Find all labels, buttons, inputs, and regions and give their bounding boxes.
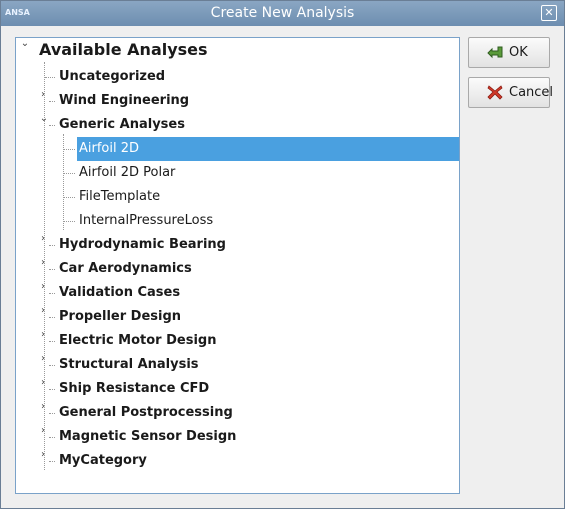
tree-item-structural-analysis[interactable]: Structural Analysis [59, 353, 199, 377]
ok-button[interactable]: OK [468, 37, 550, 68]
tree-connector-line [49, 461, 55, 462]
tree-item-hydrodynamic-bearing[interactable]: Hydrodynamic Bearing [59, 233, 226, 257]
tree-item-wind-engineering[interactable]: Wind Engineering [59, 89, 189, 113]
title-bar: ANSA Create New Analysis ✕ [1, 1, 564, 26]
chevron-right-icon[interactable]: › [38, 329, 48, 353]
chevron-right-icon[interactable]: › [38, 305, 48, 329]
tree-item-propeller-design[interactable]: Propeller Design [59, 305, 181, 329]
tree-item-uncategorized[interactable]: Uncategorized [59, 65, 165, 89]
tree-item-internalpressureloss[interactable]: InternalPressureLoss [79, 209, 213, 233]
tree-connector-line [49, 245, 55, 246]
ok-check-icon [487, 46, 503, 59]
tree-item-electric-motor-design[interactable]: Electric Motor Design [59, 329, 217, 353]
tree-item-validation-cases[interactable]: Validation Cases [59, 281, 180, 305]
tree-item-generic-analyses[interactable]: Generic Analyses [59, 113, 185, 137]
chevron-right-icon[interactable]: › [38, 401, 48, 425]
create-analysis-dialog: ANSA Create New Analysis ✕ ⌄ Available A… [0, 0, 565, 509]
chevron-right-icon[interactable]: › [38, 449, 48, 473]
window-title: Create New Analysis [210, 5, 355, 21]
tree-connector-line [64, 221, 75, 222]
tree-connector-line [49, 437, 55, 438]
chevron-right-icon[interactable]: › [38, 425, 48, 449]
tree-connector-line [49, 125, 55, 126]
chevron-down-icon[interactable]: ⌄ [39, 113, 49, 137]
chevron-right-icon[interactable]: › [38, 233, 48, 257]
ok-button-label: OK [509, 45, 528, 60]
tree-item-airfoil-2d[interactable]: Airfoil 2D [79, 137, 139, 161]
cancel-button[interactable]: Cancel [468, 77, 554, 108]
tree-item-magnetic-sensor-design[interactable]: Magnetic Sensor Design [59, 425, 236, 449]
tree-item-general-postprocessing[interactable]: General Postprocessing [59, 401, 233, 425]
cancel-button-label: Cancel [509, 85, 554, 100]
tree-item-filetemplate[interactable]: FileTemplate [79, 185, 160, 209]
tree-root-label[interactable]: Available Analyses [39, 38, 208, 62]
chevron-right-icon[interactable]: › [38, 377, 48, 401]
cancel-x-icon [487, 85, 503, 100]
tree-connector-line [49, 365, 55, 366]
tree-connector-line [49, 101, 55, 102]
tree-connector-line [45, 77, 55, 78]
tree-connector-line [49, 293, 55, 294]
tree-connector-line [49, 317, 55, 318]
close-icon[interactable]: ✕ [541, 5, 557, 21]
tree-item-airfoil-2d-polar[interactable]: Airfoil 2D Polar [79, 161, 175, 185]
tree-connector-line [64, 149, 75, 150]
chevron-right-icon[interactable]: › [38, 353, 48, 377]
tree-connector-line [49, 389, 55, 390]
tree-connector-line [49, 341, 55, 342]
analysis-tree[interactable]: ⌄ Available Analyses Uncategorized › Win… [15, 37, 460, 494]
tree-connector-line [49, 413, 55, 414]
tree-connector-line [49, 269, 55, 270]
chevron-right-icon[interactable]: › [38, 89, 48, 113]
chevron-down-icon[interactable]: ⌄ [20, 38, 30, 62]
tree-item-mycategory[interactable]: MyCategory [59, 449, 147, 473]
chevron-right-icon[interactable]: › [38, 257, 48, 281]
tree-connector-line [64, 173, 75, 174]
tree-item-ship-resistance-cfd[interactable]: Ship Resistance CFD [59, 377, 209, 401]
tree-item-car-aerodynamics[interactable]: Car Aerodynamics [59, 257, 192, 281]
chevron-right-icon[interactable]: › [38, 281, 48, 305]
tree-connector-line [64, 197, 75, 198]
